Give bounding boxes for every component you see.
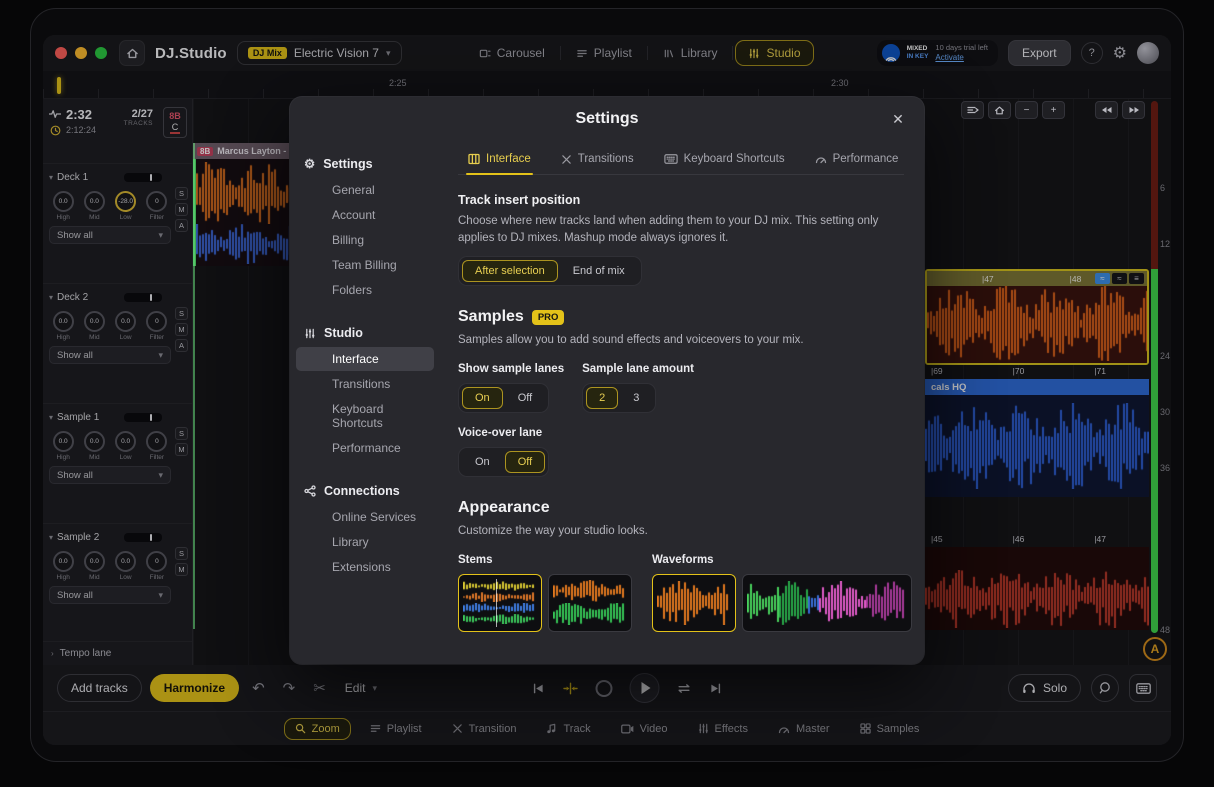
tab-interface[interactable]: Interface [466, 153, 533, 175]
voice-over-lane-toggle: On Off [458, 447, 550, 478]
appearance-description: Customize the way your studio looks. [458, 525, 648, 538]
nav-group-studio: Studio [290, 318, 440, 346]
option-after-selection[interactable]: After selection [462, 260, 558, 283]
settings-tabs: Interface Transitions Keyboard Shortcuts… [458, 147, 904, 175]
option-off[interactable]: Off [504, 451, 546, 474]
pro-badge: PRO [531, 309, 565, 325]
nav-item-online-services[interactable]: Online Services [296, 505, 434, 529]
playhead-line[interactable] [193, 143, 195, 629]
interface-icon [468, 153, 480, 165]
option-3[interactable]: 3 [620, 387, 652, 409]
share-icon [304, 485, 316, 497]
keyboard-icon [663, 154, 678, 164]
nav-item-team-billing[interactable]: Team Billing [296, 253, 434, 277]
home-icon [994, 105, 1005, 116]
seek-forward-button[interactable] [1122, 101, 1145, 119]
appearance-title: Appearance [458, 499, 550, 517]
nav-group-connections: Connections [290, 476, 440, 504]
nav-group-settings: ⚙ Settings [304, 156, 373, 171]
seek-back-button[interactable] [1095, 101, 1118, 119]
option-off[interactable]: Off [505, 387, 545, 409]
track-insert-description: Choose where new tracks land when adding… [458, 215, 879, 244]
option-on[interactable]: On [462, 387, 503, 410]
waveform-option-single[interactable] [652, 573, 736, 632]
transition-icon [561, 154, 572, 165]
settings-modal: Settings ✕ ⚙ Settings General Account Bi… [290, 97, 924, 664]
tab-keyboard-shortcuts[interactable]: Keyboard Shortcuts [663, 153, 785, 165]
close-button[interactable]: ✕ [886, 107, 910, 131]
sample-lane-amount-label: Sample lane amount [582, 363, 694, 376]
nav-item-billing[interactable]: Billing [296, 228, 434, 252]
rewind-icon [1101, 105, 1113, 115]
stems-option-detailed[interactable] [458, 573, 542, 632]
zoom-out-button[interactable]: − [1015, 101, 1038, 119]
track-insert-title: Track insert position [458, 193, 581, 207]
nav-item-general[interactable]: General [296, 178, 434, 202]
timeline-home-button[interactable] [988, 101, 1011, 119]
timeline-tools: − + [961, 101, 1145, 119]
fast-forward-icon [1128, 105, 1140, 115]
stems-label: Stems [458, 553, 493, 566]
settings-content: Interface Transitions Keyboard Shortcuts… [440, 141, 924, 664]
show-sample-lanes-toggle: On Off [458, 383, 550, 414]
nav-item-keyboard-shortcuts[interactable]: Keyboard Shortcuts [296, 397, 434, 435]
show-sample-lanes-label: Show sample lanes [458, 363, 565, 376]
waveforms-label: Waveforms [652, 553, 714, 566]
performance-icon [815, 154, 827, 164]
modal-title: Settings [575, 110, 639, 127]
gear-icon: ⚙ [304, 156, 316, 171]
option-2[interactable]: 2 [586, 387, 619, 410]
samples-title: Samples [458, 308, 524, 326]
zoom-in-button[interactable]: + [1042, 101, 1065, 119]
studio-icon [304, 328, 316, 339]
nav-item-transitions[interactable]: Transitions [296, 372, 434, 396]
waveform-option-multicolor[interactable] [742, 573, 912, 632]
nav-item-account[interactable]: Account [296, 203, 434, 227]
nav-item-library[interactable]: Library [296, 530, 434, 554]
nav-item-performance[interactable]: Performance [296, 436, 434, 460]
nav-item-extensions[interactable]: Extensions [296, 555, 434, 579]
nav-item-folders[interactable]: Folders [296, 278, 434, 302]
auto-scroll-button[interactable] [961, 101, 984, 119]
track-insert-segmented: After selection End of mix [458, 256, 642, 287]
option-end-of-mix[interactable]: End of mix [560, 260, 638, 282]
tab-performance[interactable]: Performance [815, 153, 898, 165]
option-on[interactable]: On [462, 451, 503, 473]
stems-option-simple[interactable] [548, 573, 632, 632]
nav-item-interface[interactable]: Interface [296, 347, 434, 371]
close-icon: ✕ [892, 110, 904, 127]
voice-over-lane-label: Voice-over lane [458, 427, 543, 440]
auto-scroll-icon [966, 105, 979, 115]
thumb-playhead [495, 578, 497, 627]
sample-lane-amount-toggle: 2 3 [582, 383, 657, 414]
tab-transitions[interactable]: Transitions [561, 153, 634, 165]
settings-nav: ⚙ Settings General Account Billing Team … [290, 141, 440, 664]
samples-description: Samples allow you to add sound effects a… [458, 334, 804, 347]
